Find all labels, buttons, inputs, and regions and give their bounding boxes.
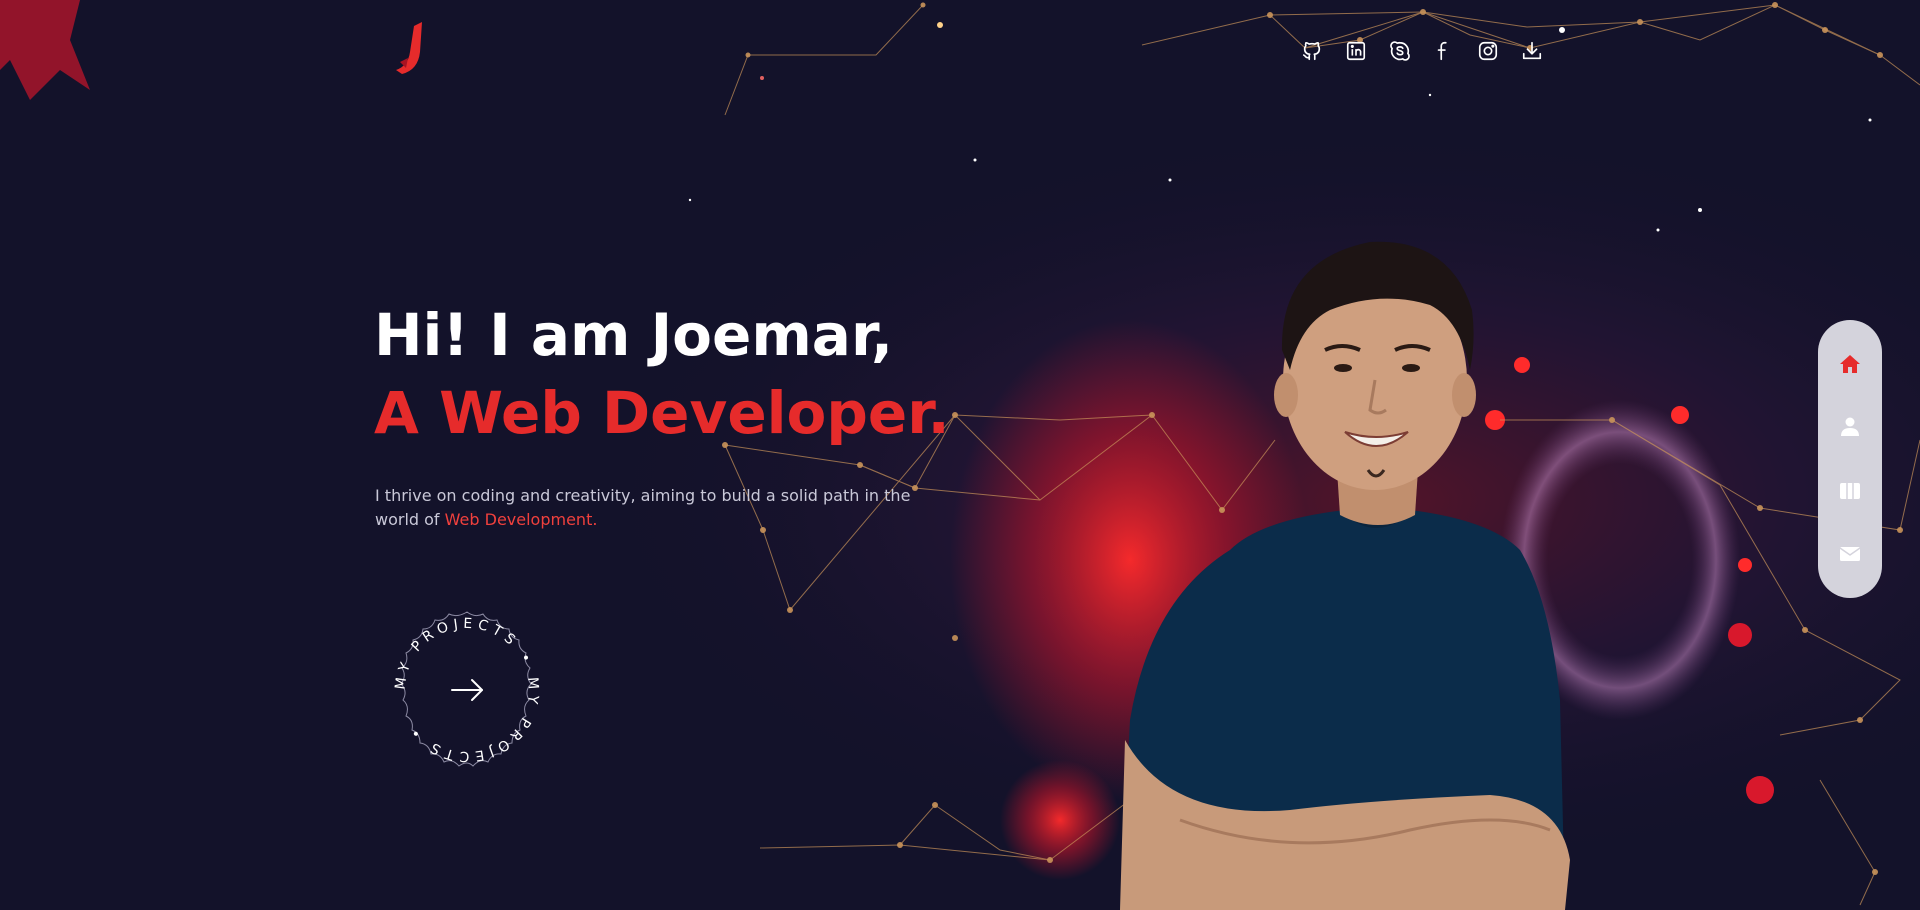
arrow-right-icon <box>451 679 483 701</box>
linkedin-icon[interactable] <box>1334 38 1378 64</box>
instagram-icon[interactable] <box>1466 38 1510 64</box>
skype-icon[interactable] <box>1378 38 1422 64</box>
nav-about[interactable] <box>1828 405 1872 449</box>
user-icon <box>1841 417 1859 437</box>
mail-icon <box>1839 547 1861 562</box>
profile-portrait <box>1120 241 1570 910</box>
facebook-icon[interactable] <box>1422 38 1466 64</box>
hero-description-highlight: Web Development. <box>444 510 598 529</box>
hero-role: A Web Developer. <box>374 379 950 447</box>
my-projects-button[interactable]: MY PROJECTS • MY PROJECTS • <box>375 598 559 782</box>
side-navigation <box>1818 320 1882 598</box>
social-links <box>1290 38 1554 64</box>
nav-projects[interactable] <box>1828 469 1872 513</box>
hero-description: I thrive on coding and creativity, aimin… <box>375 484 935 532</box>
github-icon[interactable] <box>1290 38 1334 64</box>
nav-home[interactable] <box>1828 342 1872 386</box>
nav-contact[interactable] <box>1828 532 1872 576</box>
hero-heading: Hi! I am Joemar, A Web Developer. <box>374 296 950 452</box>
download-icon[interactable] <box>1510 38 1554 64</box>
hero-greeting: Hi! I am Joemar, <box>374 301 894 369</box>
j-letter-logo-icon[interactable] <box>394 22 428 78</box>
home-icon <box>1840 354 1860 373</box>
columns-icon <box>1840 482 1860 499</box>
